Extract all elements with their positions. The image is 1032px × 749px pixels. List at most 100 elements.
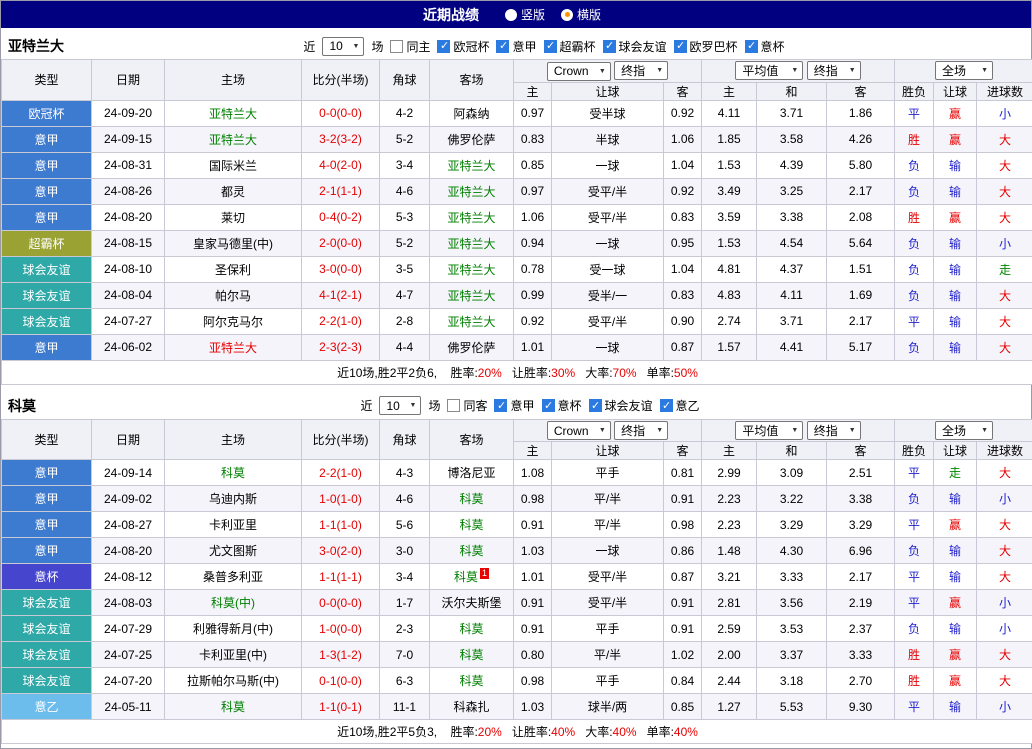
league-filter-意甲[interactable]: 意甲 <box>496 38 536 55</box>
home-team: 拉斯帕尔马斯(中) <box>165 668 302 694</box>
final-odds-select[interactable]: 终指▼ <box>614 61 668 80</box>
stat-label: 大率: <box>585 366 612 380</box>
match-row: 欧冠杯24-09-20亚特兰大0-0(0-0)4-2阿森纳0.97受半球0.92… <box>2 100 1032 126</box>
euro-draw-odds: 3.29 <box>757 512 827 538</box>
same-venue-filter[interactable]: 同客 <box>447 397 487 414</box>
match-row: 意甲24-08-20尤文图斯3-0(2-0)3-0科莫1.03一球0.861.4… <box>2 538 1032 564</box>
sub-header: 和 <box>757 442 827 460</box>
scope-select[interactable]: 全场▼ <box>935 421 993 440</box>
league-checkbox[interactable] <box>674 40 687 53</box>
recent-count-select[interactable]: 10▼ <box>379 396 421 415</box>
euro-home-odds: 2.23 <box>702 512 757 538</box>
result-outcome: 胜 <box>895 126 934 152</box>
scope-select[interactable]: 全场▼ <box>935 61 993 80</box>
radio-horizontal-label: 横版 <box>577 6 601 23</box>
league-filter-意杯[interactable]: 意杯 <box>542 397 582 414</box>
euro-home-odds: 3.49 <box>702 178 757 204</box>
team-name-text: 卡利亚里 <box>209 518 257 532</box>
asian-home-odds: 0.92 <box>514 308 552 334</box>
home-team: 卡利亚里(中) <box>165 642 302 668</box>
radio-vertical-layout[interactable]: 竖版 <box>505 6 545 23</box>
corners: 5-3 <box>380 204 430 230</box>
league-checkbox[interactable] <box>494 399 507 412</box>
filter-bar: 近10▼场同主欧冠杯意甲超霸杯球会友谊欧罗巴杯意杯 <box>64 37 1024 56</box>
bookmaker-select[interactable]: Crown▼ <box>547 421 611 440</box>
final-odds-select-value: 终指 <box>621 62 645 79</box>
asian-away-odds: 0.83 <box>664 282 702 308</box>
result-handicap: 赢 <box>934 668 977 694</box>
team-name-text: 亚特兰大 <box>447 237 495 251</box>
home-team: 乌迪内斯 <box>165 486 302 512</box>
stat-value: 50% <box>674 366 698 380</box>
final-odds-select[interactable]: 终指▼ <box>614 421 668 440</box>
league-filter-球会友谊[interactable]: 球会友谊 <box>603 38 667 55</box>
league-filter-欧冠杯[interactable]: 欧冠杯 <box>437 38 489 55</box>
league-checkbox[interactable] <box>496 40 509 53</box>
average-select[interactable]: 平均值▼ <box>735 61 803 80</box>
league-checkbox[interactable] <box>544 40 557 53</box>
asian-away-odds: 0.91 <box>664 616 702 642</box>
match-row: 意甲24-08-26都灵2-1(1-1)4-6亚特兰大0.97受平/半0.923… <box>2 178 1032 204</box>
league-filter-超霸杯[interactable]: 超霸杯 <box>544 38 596 55</box>
handicap-line: 平手 <box>552 460 664 486</box>
score: 2-0(0-0) <box>302 230 380 256</box>
result-handicap: 赢 <box>934 590 977 616</box>
away-team: 科莫 <box>430 668 514 694</box>
league-checkbox[interactable] <box>660 399 673 412</box>
radio-horizontal-layout[interactable]: 横版 <box>561 6 601 23</box>
league-label: 意乙 <box>676 397 700 414</box>
col-header-5: 角球 <box>380 60 430 101</box>
col-header-1: 类型 <box>2 419 92 460</box>
sections-container: 亚特兰大近10▼场同主欧冠杯意甲超霸杯球会友谊欧罗巴杯意杯类型日期主场比分(半场… <box>1 33 1031 744</box>
team-name: 亚特兰大 <box>8 36 64 56</box>
euro-home-odds: 2.44 <box>702 668 757 694</box>
final-odds-select-2[interactable]: 终指▼ <box>807 421 861 440</box>
league-checkbox[interactable] <box>437 40 450 53</box>
team-name-text: 科莫 <box>459 622 483 636</box>
average-select[interactable]: 平均值▼ <box>735 421 803 440</box>
filter-bar: 近10▼场同客意甲意杯球会友谊意乙 <box>36 396 1024 415</box>
matches-label: 场 <box>428 397 440 414</box>
average-select-value: 平均值 <box>742 62 778 79</box>
euro-draw-odds: 3.25 <box>757 178 827 204</box>
league-checkbox[interactable] <box>589 399 602 412</box>
league-filter-意乙[interactable]: 意乙 <box>660 397 700 414</box>
score: 1-1(1-1) <box>302 564 380 590</box>
league-checkbox[interactable] <box>603 40 616 53</box>
corners: 4-4 <box>380 334 430 360</box>
asian-away-odds: 0.83 <box>664 204 702 230</box>
handicap-line: 一球 <box>552 152 664 178</box>
bookmaker-select[interactable]: Crown▼ <box>547 62 611 81</box>
league-filter-欧罗巴杯[interactable]: 欧罗巴杯 <box>674 38 738 55</box>
same-venue-filter[interactable]: 同主 <box>390 38 430 55</box>
result-outcome: 平 <box>895 460 934 486</box>
stat-label: 单率: <box>647 366 674 380</box>
result-handicap: 赢 <box>934 100 977 126</box>
handicap-line: 受平/半 <box>552 178 664 204</box>
asian-home-odds: 1.01 <box>514 564 552 590</box>
euro-home-odds: 2.99 <box>702 460 757 486</box>
same-venue-checkbox[interactable] <box>447 399 460 412</box>
result-goals: 小 <box>977 100 1032 126</box>
league-checkbox[interactable] <box>542 399 555 412</box>
final-odds-select-2[interactable]: 终指▼ <box>807 61 861 80</box>
competition-badge: 意甲 <box>2 204 92 230</box>
recent-count-select[interactable]: 10▼ <box>322 37 364 56</box>
team-name-text: 利雅得新月(中) <box>193 622 273 636</box>
league-filter-球会友谊[interactable]: 球会友谊 <box>589 397 653 414</box>
euro-home-odds: 4.81 <box>702 256 757 282</box>
league-label: 超霸杯 <box>560 38 596 55</box>
col-header-4: 比分(半场) <box>302 60 380 101</box>
league-checkbox[interactable] <box>745 40 758 53</box>
euro-draw-odds: 4.30 <box>757 538 827 564</box>
team-name-text: 阿森纳 <box>453 107 489 121</box>
asian-home-odds: 1.08 <box>514 460 552 486</box>
corners: 11-1 <box>380 694 430 720</box>
chevron-down-icon: ▼ <box>849 67 856 74</box>
chevron-down-icon: ▼ <box>791 427 798 434</box>
league-filter-意甲[interactable]: 意甲 <box>494 397 534 414</box>
result-goals: 大 <box>977 334 1032 360</box>
same-venue-checkbox[interactable] <box>390 40 403 53</box>
league-filter-意杯[interactable]: 意杯 <box>745 38 785 55</box>
chevron-down-icon: ▼ <box>599 427 606 434</box>
